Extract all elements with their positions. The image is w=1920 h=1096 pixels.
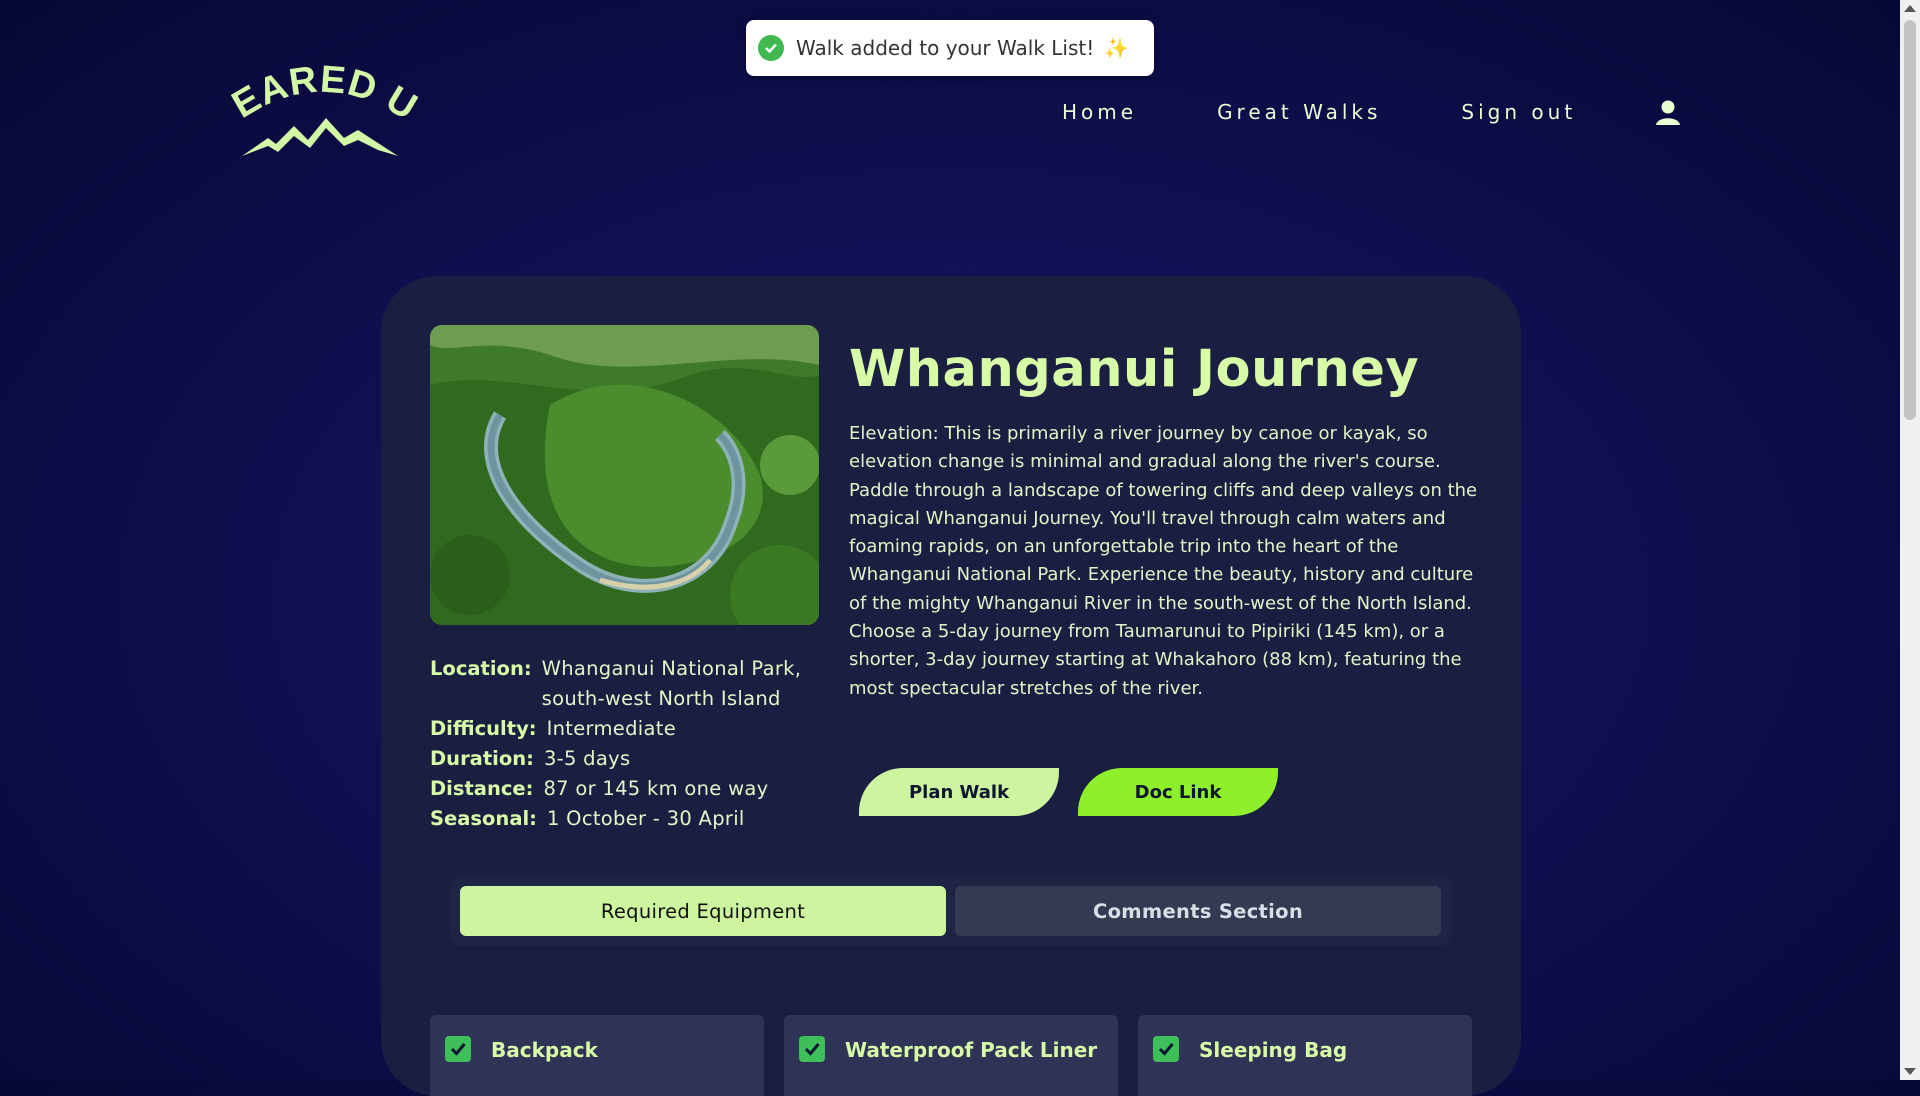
fact-value: 1 October - 30 April bbox=[546, 807, 745, 830]
detail-tabs: Required Equipment Comments Section bbox=[450, 876, 1452, 946]
fact-value: Intermediate bbox=[546, 717, 676, 740]
fact-value: Whanganui National Park, south-west Nort… bbox=[541, 657, 802, 710]
equipment-name: Sleeping Bag bbox=[1199, 1038, 1348, 1062]
scroll-down-icon[interactable] bbox=[1904, 1068, 1916, 1075]
check-circle-icon bbox=[758, 35, 784, 61]
nav-sign-out[interactable]: Sign out bbox=[1461, 100, 1576, 124]
fact-label: Difficulty: bbox=[430, 717, 537, 740]
sparkles-emoji: ✨ bbox=[1104, 36, 1130, 60]
svg-text:GEARED UP: GEARED UP bbox=[228, 54, 418, 129]
nav-great-walks[interactable]: Great Walks bbox=[1217, 100, 1381, 124]
scroll-up-icon[interactable] bbox=[1904, 5, 1916, 12]
equipment-item[interactable]: Waterproof Pack Liner bbox=[784, 1015, 1118, 1096]
fact-label: Seasonal: bbox=[430, 807, 537, 830]
fact-value: 87 or 145 km one way bbox=[543, 777, 769, 800]
tab-required-equipment[interactable]: Required Equipment bbox=[460, 886, 946, 936]
user-profile-icon[interactable] bbox=[1654, 98, 1682, 126]
fact-label: Duration: bbox=[430, 747, 534, 770]
walk-description: Elevation: This is primarily a river jou… bbox=[849, 423, 1478, 699]
tab-comments-section[interactable]: Comments Section bbox=[955, 886, 1441, 936]
nav-home[interactable]: Home bbox=[1062, 100, 1137, 124]
main-nav: Home Great Walks Sign out bbox=[1062, 98, 1682, 126]
checkbox-checked-icon[interactable] bbox=[1153, 1036, 1179, 1062]
toast-message: Walk added to your Walk List! bbox=[796, 36, 1095, 60]
logo-text: GEARED UP bbox=[213, 21, 424, 129]
plan-walk-button[interactable]: Plan Walk bbox=[859, 768, 1059, 816]
walk-facts: Location: Whanganui National Park, south… bbox=[430, 654, 812, 834]
equipment-name: Waterproof Pack Liner bbox=[845, 1038, 1098, 1062]
scrollbar-thumb[interactable] bbox=[1904, 20, 1916, 420]
walk-detail-card: Whanganui Journey Elevation: This is pri… bbox=[381, 276, 1521, 1096]
walk-hero-image bbox=[430, 325, 819, 625]
checkbox-checked-icon[interactable] bbox=[799, 1036, 825, 1062]
checkbox-checked-icon[interactable] bbox=[445, 1036, 471, 1062]
doc-link-button[interactable]: Doc Link bbox=[1078, 768, 1278, 816]
walk-title: Whanganui Journey bbox=[849, 340, 1420, 399]
fact-seasonal: Seasonal: 1 October - 30 April bbox=[430, 804, 812, 834]
equipment-item[interactable]: Backpack bbox=[430, 1015, 764, 1096]
fact-duration: Duration: 3-5 days bbox=[430, 744, 812, 774]
toast-notification: Walk added to your Walk List! ✨ bbox=[746, 20, 1154, 76]
fact-distance: Distance: 87 or 145 km one way bbox=[430, 774, 812, 804]
fact-label: Distance: bbox=[430, 777, 534, 800]
equipment-name: Backpack bbox=[491, 1038, 598, 1062]
fact-location: Location: Whanganui National Park, south… bbox=[430, 654, 812, 714]
equipment-item[interactable]: Sleeping Bag bbox=[1138, 1015, 1472, 1096]
page-scrollbar[interactable] bbox=[1900, 0, 1920, 1080]
fact-value: 3-5 days bbox=[543, 747, 631, 770]
fact-label: Location: bbox=[430, 657, 532, 680]
geared-up-logo[interactable]: GEARED UP bbox=[213, 21, 424, 160]
fact-difficulty: Difficulty: Intermediate bbox=[430, 714, 812, 744]
